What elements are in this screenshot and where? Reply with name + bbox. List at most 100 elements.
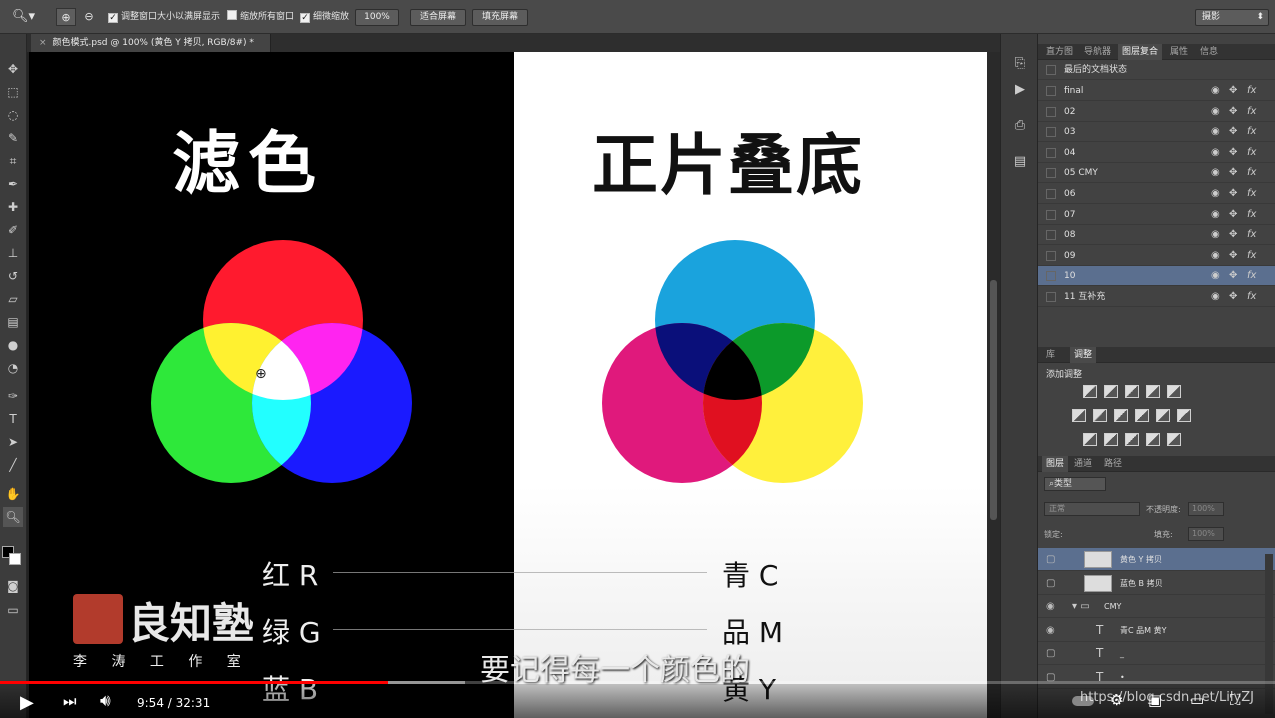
close-icon[interactable]: × — [39, 38, 47, 48]
comp-row[interactable]: 05 CMY ◉ ✥ fx — [1038, 163, 1275, 184]
move-icon[interactable]: ✥ — [1229, 287, 1237, 307]
comp-checkbox[interactable] — [1046, 292, 1056, 302]
zoom-tool-icon[interactable]: 🔍︎ — [3, 507, 23, 527]
invert-icon[interactable] — [1083, 433, 1097, 446]
crop-tool-icon[interactable]: ⌗ — [3, 151, 23, 171]
eye-icon[interactable]: ◉ — [1211, 205, 1220, 225]
line-tool-icon[interactable]: ╱ — [3, 455, 23, 475]
move-icon[interactable]: ✥ — [1229, 122, 1237, 142]
fx-icon[interactable]: fx — [1247, 225, 1256, 245]
move-icon[interactable]: ✥ — [1229, 163, 1237, 183]
threshold-icon[interactable] — [1125, 433, 1139, 446]
eye-icon[interactable]: ◉ — [1211, 225, 1220, 245]
comp-row[interactable]: 11 互补充 ◉ ✥ fx — [1038, 287, 1275, 307]
comp-checkbox[interactable] — [1046, 168, 1056, 179]
play-icon[interactable]: ▶ — [20, 692, 34, 713]
comp-row-header[interactable]: 最后的文档状态 — [1038, 60, 1275, 80]
fx-icon[interactable]: fx — [1247, 122, 1256, 142]
move-icon[interactable]: ✥ — [1229, 205, 1237, 225]
comp-row[interactable]: 08 ◉ ✥ fx — [1038, 225, 1275, 246]
brightness-icon[interactable] — [1083, 385, 1097, 398]
blur-tool-icon[interactable]: ● — [3, 335, 23, 355]
scrollbar-thumb[interactable] — [990, 280, 997, 520]
move-tool-icon[interactable]: ✥ — [3, 59, 23, 79]
channel-mixer-icon[interactable] — [1156, 409, 1170, 422]
tab-layers[interactable]: 图层 — [1042, 456, 1069, 472]
layer-row[interactable]: ◉ ▾ ▭ CMY — [1038, 595, 1275, 618]
tab-channels[interactable]: 通道 — [1070, 456, 1096, 472]
layer-row[interactable]: ▢ 黄色 Y 拷贝 — [1038, 548, 1275, 571]
quick-select-tool-icon[interactable]: ✎ — [3, 128, 23, 148]
curves-icon[interactable] — [1125, 385, 1139, 398]
eye-icon[interactable]: ◉ — [1211, 184, 1220, 204]
eye-icon[interactable]: ◉ — [1211, 163, 1220, 183]
fx-icon[interactable]: fx — [1247, 246, 1256, 266]
levels-icon[interactable] — [1104, 385, 1118, 398]
gradient-map-icon[interactable] — [1167, 433, 1181, 446]
background-color-swatch[interactable] — [9, 553, 21, 565]
move-icon[interactable]: ✥ — [1229, 81, 1237, 101]
quick-mask-icon[interactable]: ◙ — [3, 576, 23, 596]
comp-checkbox[interactable] — [1046, 250, 1056, 261]
move-icon[interactable]: ✥ — [1229, 143, 1237, 163]
black-white-icon[interactable] — [1114, 409, 1128, 422]
hand-tool-icon[interactable]: ✋ — [3, 484, 23, 504]
lasso-tool-icon[interactable]: ◌ — [3, 105, 23, 125]
volume-icon[interactable]: 🔊︎ — [100, 691, 111, 711]
color-lookup-icon[interactable] — [1177, 409, 1191, 422]
tab-properties[interactable]: 属性 — [1166, 44, 1192, 60]
tab-paths[interactable]: 路径 — [1100, 456, 1126, 472]
fx-icon[interactable]: fx — [1247, 266, 1256, 286]
healing-tool-icon[interactable]: ✚ — [3, 197, 23, 217]
pen-tool-icon[interactable]: ✑ — [3, 386, 23, 406]
opacity-input[interactable]: 100% — [1188, 502, 1224, 516]
zoom-out-icon[interactable]: ⊖ — [80, 8, 98, 26]
comp-checkbox[interactable] — [1046, 127, 1056, 138]
eye-icon[interactable]: ◉ — [1211, 246, 1220, 266]
fx-icon[interactable]: fx — [1247, 287, 1256, 307]
comp-checkbox[interactable] — [1046, 209, 1056, 220]
tab-info[interactable]: 信息 — [1196, 44, 1222, 60]
zoom-all-windows-checkbox[interactable]: 缩放所有窗口 — [227, 8, 294, 26]
scrubby-zoom-checkbox[interactable]: ✓ 细微缩放 — [300, 8, 349, 26]
fx-icon[interactable]: fx — [1247, 163, 1256, 183]
tab-library[interactable]: 库 — [1042, 347, 1059, 363]
tool-presets-icon[interactable]: ⎙ — [1012, 118, 1028, 136]
fx-icon[interactable]: fx — [1247, 184, 1256, 204]
fx-icon[interactable]: fx — [1247, 143, 1256, 163]
eye-icon[interactable]: ◉ — [1211, 122, 1220, 142]
comp-checkbox[interactable] — [1046, 230, 1056, 241]
fill-screen-button[interactable]: 填充屏幕 — [472, 9, 528, 26]
folder-icon[interactable]: ▾ ▭ — [1072, 595, 1090, 618]
blend-mode-select[interactable]: 正常 — [1044, 502, 1140, 516]
history-icon[interactable]: ⎘ — [1012, 56, 1028, 74]
comp-row[interactable]: 10 ◉ ✥ fx — [1038, 266, 1275, 287]
tab-histogram[interactable]: 直方图 — [1042, 44, 1077, 60]
layer-row[interactable]: ◉ T 青C 品M 黄Y — [1038, 619, 1275, 642]
tab-adjustments[interactable]: 调整 — [1070, 347, 1097, 363]
stamp-tool-icon[interactable]: ⊥ — [3, 243, 23, 263]
path-select-icon[interactable]: ➤ — [3, 432, 23, 452]
eye-icon[interactable]: ◉ — [1046, 619, 1055, 642]
screen-mode-icon[interactable]: ▭ — [3, 600, 23, 620]
zoom-100-button[interactable]: 100% — [355, 9, 399, 26]
comp-checkbox[interactable] — [1046, 106, 1056, 117]
gradient-tool-icon[interactable]: ▤ — [3, 312, 23, 332]
eye-icon[interactable]: ▢ — [1046, 642, 1055, 665]
fx-icon[interactable]: fx — [1247, 102, 1256, 122]
comp-row[interactable]: final ◉ ✥ fx — [1038, 81, 1275, 101]
move-icon[interactable]: ✥ — [1229, 266, 1237, 286]
eraser-tool-icon[interactable]: ▱ — [3, 289, 23, 309]
move-icon[interactable]: ✥ — [1229, 225, 1237, 245]
fit-screen-button[interactable]: 适合屏幕 — [410, 9, 466, 26]
photo-filter-icon[interactable] — [1135, 409, 1149, 422]
selective-color-icon[interactable] — [1146, 433, 1160, 446]
color-balance-icon[interactable] — [1093, 409, 1107, 422]
next-icon[interactable]: ⏭ — [63, 692, 77, 710]
hue-saturation-icon[interactable] — [1072, 409, 1086, 422]
comp-checkbox[interactable] — [1046, 65, 1056, 75]
eye-icon[interactable]: ◉ — [1211, 287, 1220, 307]
eye-icon[interactable]: ◉ — [1211, 81, 1220, 101]
layer-filter-select[interactable]: ⌕类型 — [1044, 477, 1106, 491]
type-tool-icon[interactable]: T — [3, 409, 23, 429]
